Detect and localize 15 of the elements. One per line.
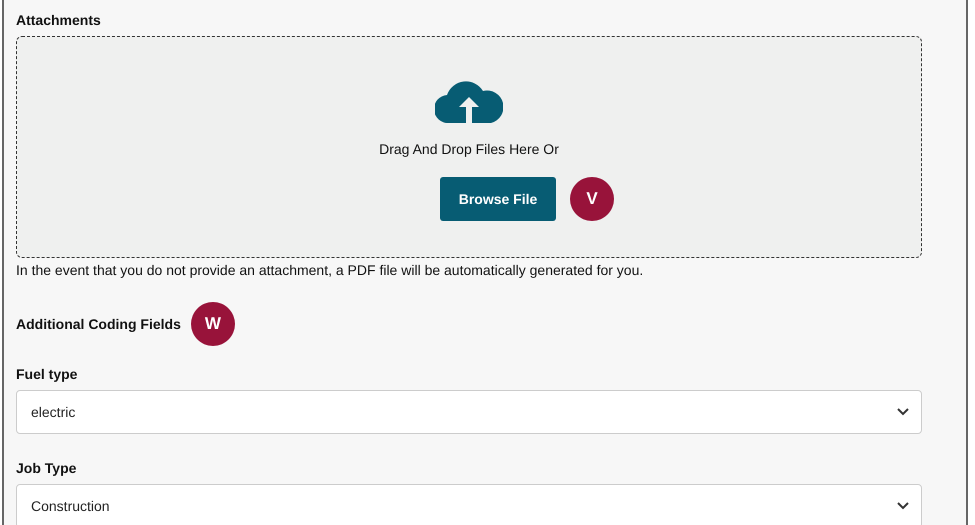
callout-badge: W: [190, 302, 235, 346]
section-title: Additional Coding Fields: [16, 316, 181, 332]
drop-prompt: Drag And Drop Files Here Or: [379, 141, 559, 157]
field-label: Fuel type: [16, 366, 78, 382]
select-field[interactable]: Construction: [16, 484, 922, 525]
field-label: Job Type: [16, 460, 78, 476]
select-field[interactable]: electric: [16, 390, 922, 434]
browse-button[interactable]: Browse File: [440, 177, 556, 221]
section-title: Attachments: [16, 12, 102, 28]
drop-zone[interactable]: Drag And Drop Files Here Or Browse File V: [16, 36, 922, 258]
chevron-down-icon: [897, 502, 909, 510]
chevron-down-icon: [897, 408, 909, 416]
callout-badge: V: [570, 177, 614, 221]
attachment-note: In the event that you do not provide an attachment, a PDF file will be automatically generated for you.: [16, 262, 644, 278]
cloud-upload-icon: [435, 79, 503, 123]
